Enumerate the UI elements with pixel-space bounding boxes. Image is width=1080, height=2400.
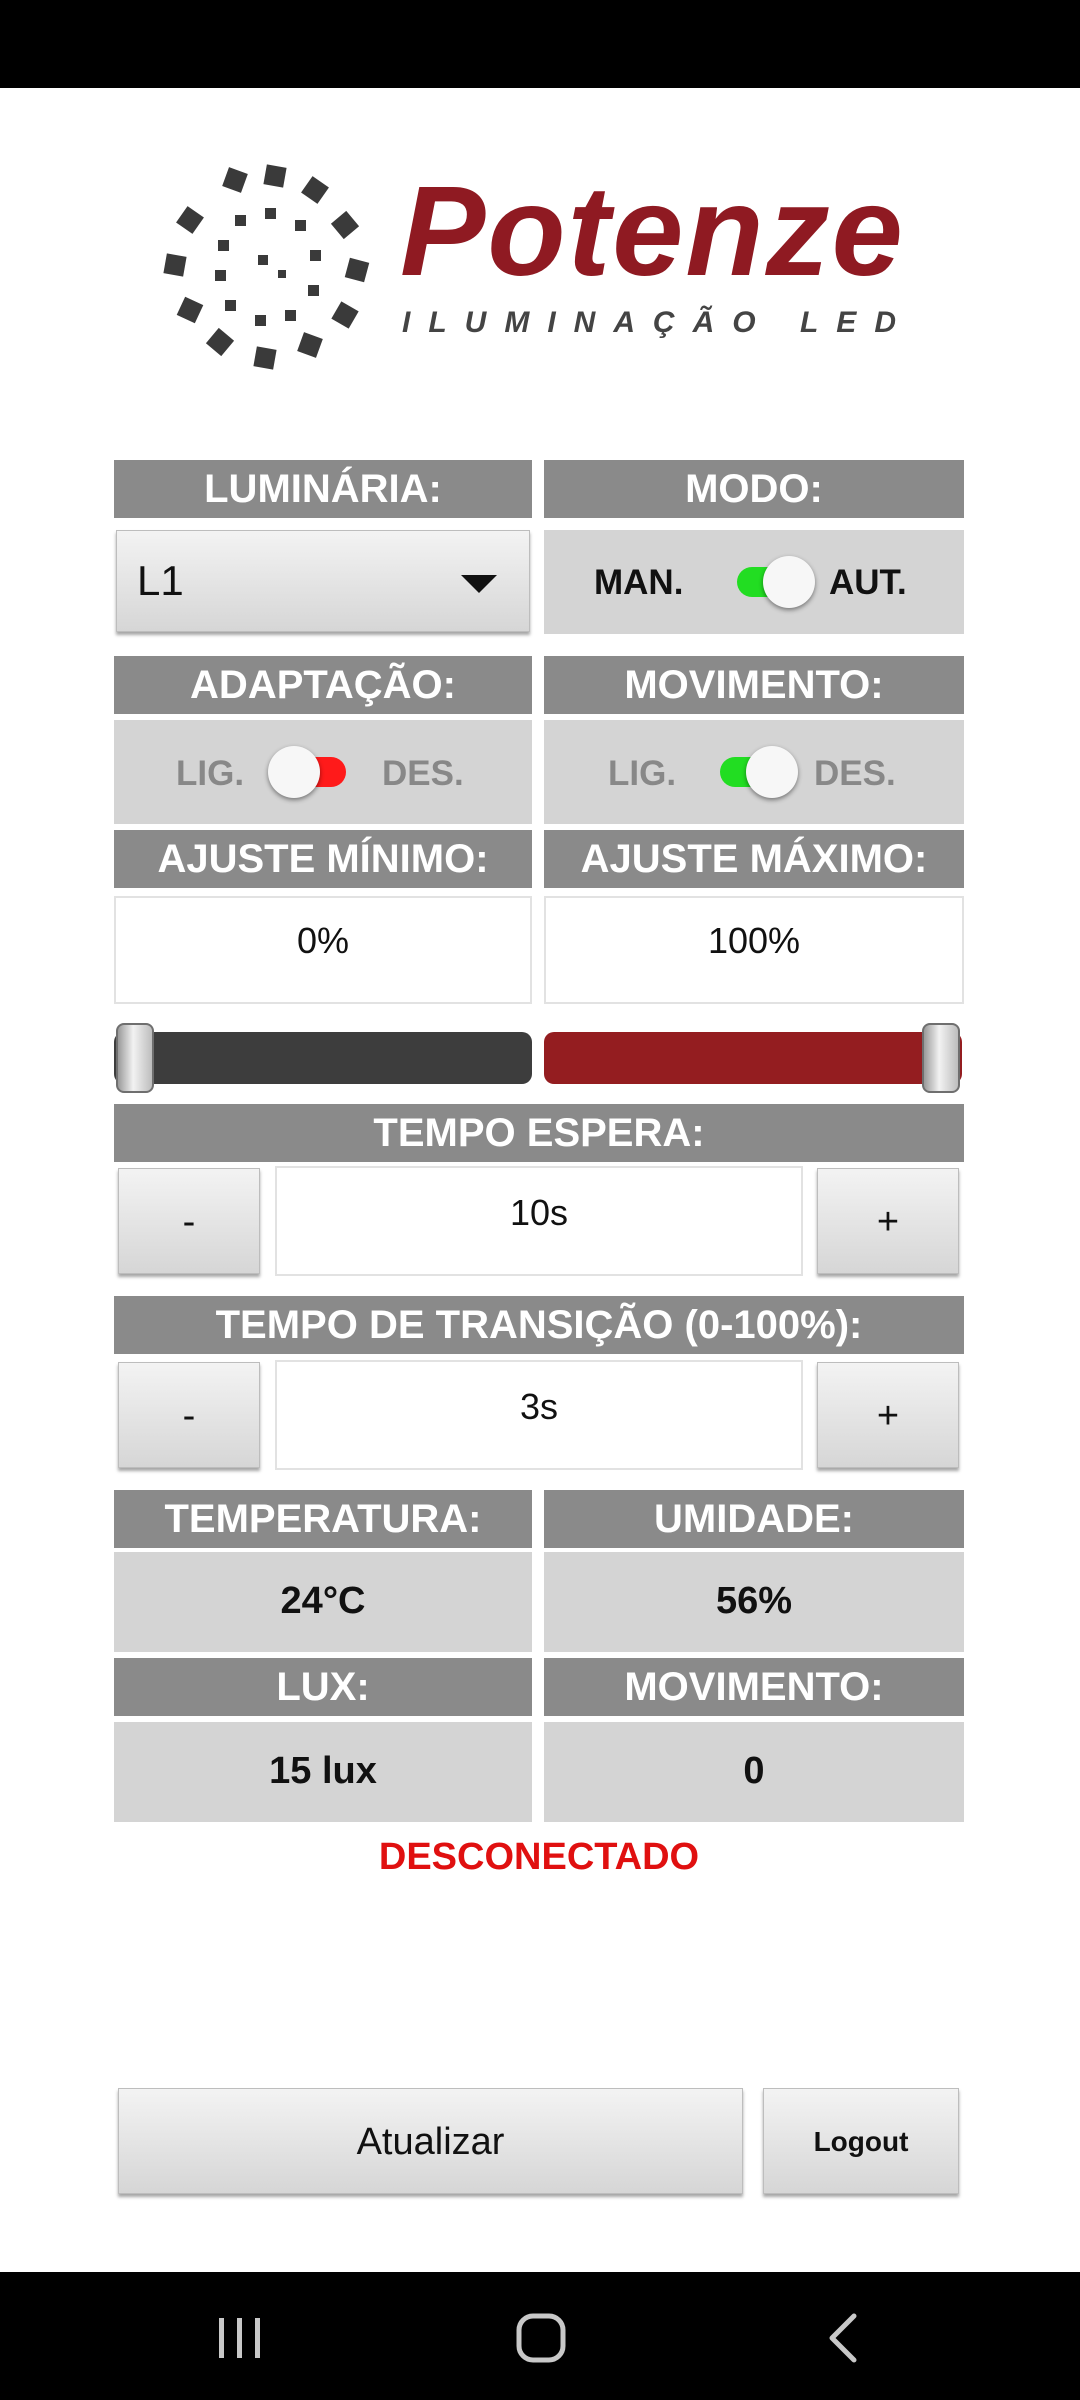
modo-left-label: MAN. (594, 563, 684, 602)
temperatura-header: TEMPERATURA: (114, 1490, 532, 1548)
luminaria-select[interactable]: L1 (116, 530, 530, 632)
tempo-transicao-minus-button[interactable]: - (118, 1362, 260, 1468)
ajuste-minimo-header: AJUSTE MÍNIMO: (114, 830, 532, 888)
ajuste-minimo-slider[interactable] (114, 1023, 532, 1093)
movimento-left-label: LIG. (608, 754, 677, 793)
modo-toggle-row: MAN. AUT. (544, 530, 964, 634)
adaptacao-right-label: DES. (382, 754, 464, 793)
tempo-espera-minus-button[interactable]: - (118, 1168, 260, 1274)
ajuste-maximo-header: AJUSTE MÁXIMO: (544, 830, 964, 888)
home-icon[interactable] (515, 2312, 567, 2364)
movimento-switch[interactable] (712, 746, 802, 798)
movimento-right-label: DES. (814, 754, 896, 793)
tempo-transicao-value: 3s (275, 1360, 803, 1470)
brand-name: Potenze (400, 160, 905, 303)
adaptacao-switch-knob (268, 746, 320, 798)
ajuste-maximo-thumb[interactable] (922, 1023, 960, 1093)
logout-button[interactable]: Logout (763, 2088, 959, 2194)
movimento-sensor-header: MOVIMENTO: (544, 1658, 964, 1716)
navigation-bar (0, 2272, 1080, 2400)
adaptacao-switch[interactable] (264, 746, 354, 798)
luminaria-header: LUMINÁRIA: (114, 460, 532, 518)
movimento-sensor-value: 0 (544, 1722, 964, 1822)
modo-switch-knob (763, 556, 815, 608)
ajuste-minimo-value: 0% (114, 896, 532, 1004)
tempo-transicao-plus-button[interactable]: + (817, 1362, 959, 1468)
adaptacao-header: ADAPTAÇÃO: (114, 656, 532, 714)
movimento-toggle-row: LIG. DES. (544, 720, 964, 824)
ajuste-maximo-slider[interactable] (544, 1023, 962, 1093)
luminaria-selected-value: L1 (137, 557, 184, 604)
chevron-down-icon (461, 575, 497, 593)
lux-header: LUX: (114, 1658, 532, 1716)
tempo-espera-value: 10s (275, 1166, 803, 1276)
ajuste-minimo-thumb[interactable] (116, 1023, 154, 1093)
modo-right-label: AUT. (829, 563, 907, 602)
modo-header: MODO: (544, 460, 964, 518)
tempo-transicao-header: TEMPO DE TRANSIÇÃO (0-100%): (114, 1296, 964, 1354)
status-bar (0, 0, 1080, 88)
adaptacao-toggle-row: LIG. DES. (114, 720, 532, 824)
modo-switch[interactable] (729, 556, 819, 608)
brand-tagline: ILUMINAÇÃO LED (402, 306, 914, 339)
temperatura-value: 24°C (114, 1552, 532, 1652)
recent-apps-icon[interactable] (215, 2316, 265, 2360)
potenze-logo-icon (163, 164, 370, 370)
umidade-header: UMIDADE: (544, 1490, 964, 1548)
back-icon[interactable] (826, 2312, 860, 2364)
atualizar-button[interactable]: Atualizar (118, 2088, 743, 2194)
movimento-switch-knob (746, 746, 798, 798)
adaptacao-left-label: LIG. (176, 754, 245, 793)
tempo-espera-plus-button[interactable]: + (817, 1168, 959, 1274)
umidade-value: 56% (544, 1552, 964, 1652)
tempo-espera-header: TEMPO ESPERA: (114, 1104, 964, 1162)
ajuste-maximo-value: 100% (544, 896, 964, 1004)
movimento-toggle-header: MOVIMENTO: (544, 656, 964, 714)
connection-status: DESCONECTADO (378, 1836, 700, 1878)
lux-value: 15 lux (114, 1722, 532, 1822)
